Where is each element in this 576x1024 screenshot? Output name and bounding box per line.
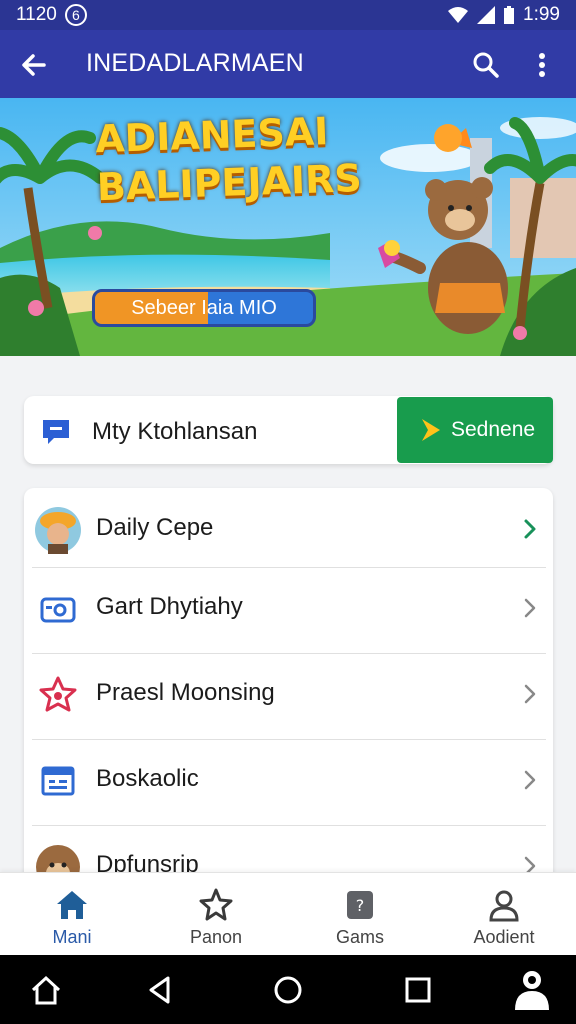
status-bar: 1120 6 1:99 <box>0 0 576 30</box>
status-time-right: 1:99 <box>523 4 560 25</box>
system-navigation-bar <box>0 955 576 1024</box>
code-label: Mty Ktohlansan <box>92 418 258 445</box>
list-item[interactable]: Gart Dhytiahy <box>24 567 553 653</box>
person-icon <box>489 890 519 922</box>
star-badge-icon <box>34 671 82 719</box>
chevron-right-icon <box>524 770 536 790</box>
notification-icon: 6 <box>64 4 87 26</box>
app-bar: INEDADLARMAEN <box>0 30 576 98</box>
send-button-label: Sednene <box>451 418 536 441</box>
list-item[interactable]: Praesl Moonsing <box>24 653 553 739</box>
list-item-label: Boskaolic <box>96 765 199 792</box>
send-button[interactable]: Sednene <box>397 397 553 463</box>
chevron-right-icon <box>524 684 536 704</box>
battery-icon <box>504 6 515 24</box>
hero-cta-label: Sebeer Iaia MIO <box>131 296 277 319</box>
nav-item-home[interactable]: Mani <box>0 873 144 956</box>
nav-item-account[interactable]: Aodient <box>432 873 576 956</box>
home-icon <box>57 891 87 919</box>
more-vertical-icon[interactable] <box>528 49 556 81</box>
bottom-navigation: Mani Panon ? Gams Aodient <box>0 872 576 956</box>
nav-item-label: Gams <box>335 927 384 947</box>
list-item-label: Daily Cepe <box>96 514 214 541</box>
list-item[interactable]: Daily Cepe <box>24 488 553 574</box>
game-icon: ? <box>347 891 373 919</box>
hero-cta-button[interactable]: Sebeer Iaia MIO <box>92 289 316 327</box>
chat-icon <box>40 418 72 444</box>
star-icon <box>199 888 233 921</box>
search-icon[interactable] <box>470 49 502 81</box>
nav-item-label: Mani <box>52 927 92 947</box>
avatar-hat-icon <box>34 506 82 554</box>
back-triangle-icon[interactable] <box>142 972 178 1008</box>
hero-title: ADIANESAI BALIPEJAIRS <box>94 105 397 211</box>
arrow-left-icon[interactable] <box>18 49 50 81</box>
home-outline-icon[interactable] <box>28 972 64 1008</box>
svg-text:?: ? <box>356 896 365 915</box>
user-badge-icon[interactable] <box>512 968 552 1012</box>
recents-square-icon[interactable] <box>400 972 436 1008</box>
nav-item-panon[interactable]: Panon <box>144 873 288 956</box>
list-item-label: Gart Dhytiahy <box>96 593 243 620</box>
menu-list: Daily Cepe Gart Dhytiahy Praesl Moonsing… <box>24 488 553 888</box>
chevron-right-icon <box>524 598 536 618</box>
app-title: INEDADLARMAEN <box>86 49 304 77</box>
camera-icon <box>34 585 82 633</box>
status-time-left: 1120 <box>16 4 57 25</box>
chevron-right-icon <box>524 519 536 539</box>
code-card: Mty Ktohlansan Sednene <box>24 396 553 464</box>
calendar-icon <box>34 757 82 805</box>
hero-banner[interactable]: ADIANESAI BALIPEJAIRS Sebeer Iaia MIO <box>0 98 576 356</box>
arrow-right-icon <box>422 419 440 441</box>
nav-item-label: Aodient <box>473 927 535 947</box>
nav-item-games[interactable]: ? Gams <box>288 873 432 956</box>
wifi-icon <box>448 7 469 23</box>
signal-icon <box>477 6 496 24</box>
nav-item-label: Panon <box>189 927 243 947</box>
list-item-label: Praesl Moonsing <box>96 679 275 706</box>
list-item[interactable]: Boskaolic <box>24 739 553 825</box>
hero-title-line1: ADIANESAI <box>94 109 330 162</box>
home-circle-icon[interactable] <box>270 972 306 1008</box>
